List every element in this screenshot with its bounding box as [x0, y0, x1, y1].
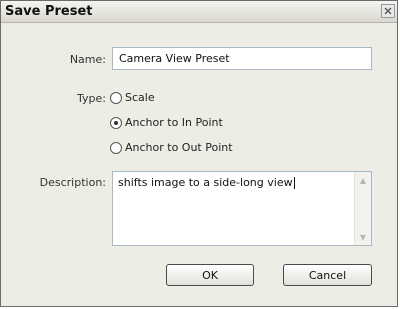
- save-preset-dialog: Save Preset Name: Camera View Preset Typ…: [0, 0, 398, 307]
- radio-button[interactable]: [110, 91, 122, 104]
- description-textarea[interactable]: shifts image to a side-long view ▲ ▼: [112, 171, 372, 246]
- description-scrollbar[interactable]: ▲ ▼: [354, 172, 371, 245]
- type-option-label: Scale: [125, 91, 155, 104]
- description-text: shifts image to a side-long view: [118, 176, 293, 189]
- type-label: Type:: [77, 92, 106, 105]
- close-icon: [384, 7, 392, 15]
- close-button[interactable]: [381, 4, 395, 18]
- dialog-title: Save Preset: [5, 4, 93, 19]
- description-label: Description:: [39, 176, 106, 189]
- radio-button-selected[interactable]: [110, 116, 122, 129]
- scroll-down-icon[interactable]: ▼: [356, 230, 370, 244]
- name-field-value: Camera View Preset: [119, 52, 230, 65]
- name-field[interactable]: Camera View Preset: [112, 47, 372, 70]
- ok-button[interactable]: OK: [166, 264, 254, 286]
- cancel-button-label: Cancel: [308, 268, 347, 282]
- description-value: shifts image to a side-long view: [118, 176, 295, 189]
- type-option-anchor-in[interactable]: Anchor to In Point: [110, 116, 223, 129]
- type-option-scale[interactable]: Scale: [110, 91, 155, 104]
- cancel-button[interactable]: Cancel: [283, 264, 372, 286]
- type-option-label: Anchor to Out Point: [125, 141, 233, 154]
- title-bar: Save Preset: [1, 1, 397, 23]
- name-label: Name:: [69, 53, 106, 66]
- type-option-anchor-out[interactable]: Anchor to Out Point: [110, 141, 233, 154]
- radio-button[interactable]: [110, 141, 122, 154]
- type-option-label: Anchor to In Point: [125, 116, 223, 129]
- ok-button-label: OK: [202, 268, 218, 282]
- text-caret: [293, 177, 295, 189]
- scroll-up-icon[interactable]: ▲: [356, 173, 370, 187]
